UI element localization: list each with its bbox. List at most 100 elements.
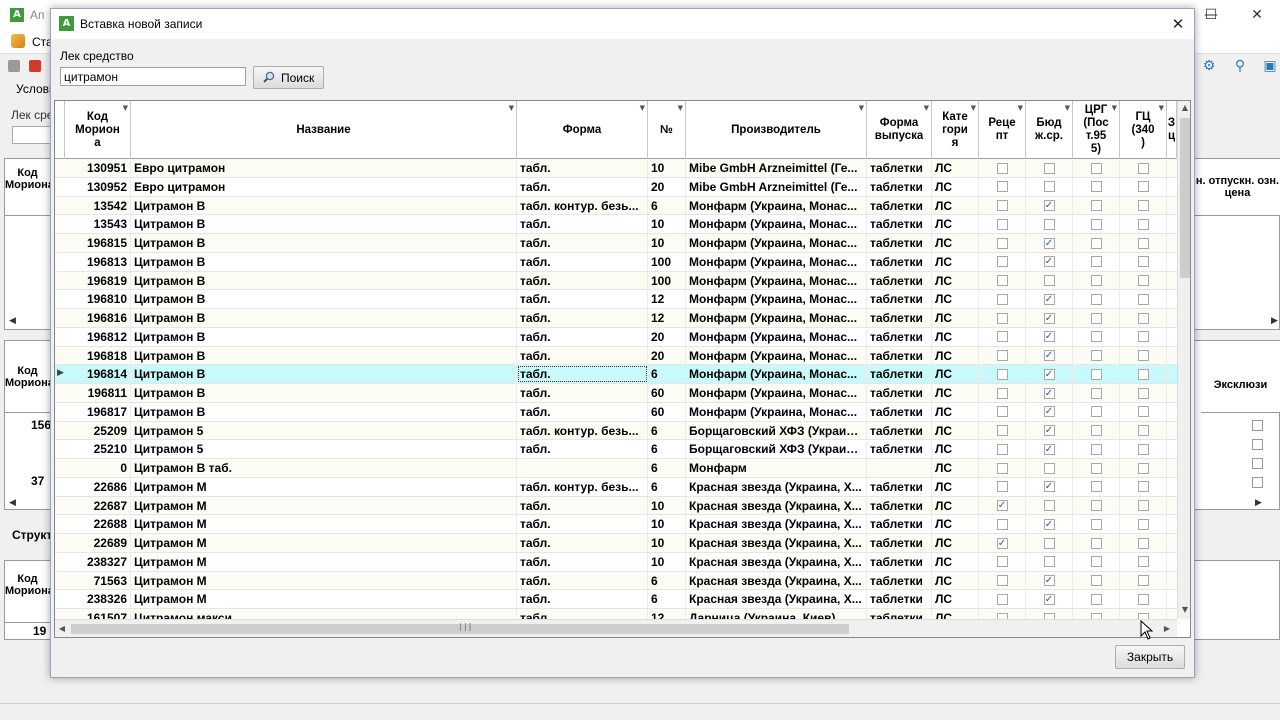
cell-cat[interactable]: ЛС	[932, 477, 979, 496]
cell-num[interactable]: 20	[648, 346, 686, 365]
crg-checkbox[interactable]	[1090, 387, 1102, 399]
gc-checkbox[interactable]	[1137, 481, 1149, 493]
crg-checkbox[interactable]	[1090, 537, 1102, 549]
cell-release[interactable]: таблетки	[867, 177, 932, 196]
cell-name[interactable]: Евро цитрамон	[131, 159, 517, 177]
toolbar-pin-icon[interactable]: ⚲	[1230, 57, 1250, 75]
cell-name[interactable]: Цитрамон В	[131, 215, 517, 234]
cell-num[interactable]: 20	[648, 327, 686, 346]
cell-cat[interactable]: ЛС	[932, 609, 979, 619]
cell-form[interactable]: табл.	[517, 215, 648, 234]
cell-cat[interactable]: ЛС	[932, 534, 979, 552]
budget-checkbox[interactable]: ✓	[1043, 575, 1055, 586]
filter-icon[interactable]: ▼	[859, 102, 864, 115]
cell-cat[interactable]: ЛС	[932, 459, 979, 477]
cell-form[interactable]: табл.	[517, 571, 648, 590]
cell-num[interactable]: 10	[648, 534, 686, 552]
cell-maker[interactable]: Дарница (Украина, Киев)	[686, 609, 867, 619]
bg-grid-middle-kod-header[interactable]: Код Мориона	[5, 341, 54, 413]
table-row[interactable]: ▶ 196814 Цитрамон Втабл. 6 Монфарм (Украина,…	[55, 365, 1177, 384]
gc-checkbox[interactable]	[1137, 293, 1149, 305]
crg-checkbox[interactable]	[1090, 443, 1102, 455]
cell-form[interactable]: табл. контур. безь...	[517, 421, 648, 440]
filter-icon[interactable]: ▼	[123, 102, 128, 115]
bg-checkbox[interactable]	[1252, 458, 1263, 469]
gc-checkbox[interactable]	[1137, 593, 1149, 605]
cell-form[interactable]: табл.	[517, 402, 648, 421]
table-row[interactable]: 196813 Цитрамон Втабл. 100 Монфарм (Украина…	[55, 252, 1177, 272]
cell-kod[interactable]: 196817	[65, 402, 131, 421]
rx-checkbox[interactable]: ✓	[996, 537, 1008, 549]
cell-name[interactable]: Цитрамон В	[131, 327, 517, 346]
gc-checkbox[interactable]	[1137, 368, 1149, 380]
gc-checkbox[interactable]	[1137, 331, 1149, 343]
scroll-right-icon[interactable]: ▶	[1271, 316, 1278, 326]
bg-checkbox[interactable]	[1252, 420, 1263, 431]
gc-checkbox[interactable]	[1137, 443, 1149, 455]
cell-num[interactable]: 10	[648, 496, 686, 515]
cell-cat[interactable]: ЛС	[932, 346, 979, 365]
filter-icon[interactable]: ▼	[509, 102, 514, 115]
cell-release[interactable]: таблетки	[867, 309, 932, 327]
budget-checkbox[interactable]: ✓	[1043, 331, 1055, 343]
crg-checkbox[interactable]	[1090, 518, 1102, 530]
filter-icon[interactable]: ▼	[1159, 102, 1164, 115]
cell-kod[interactable]: 196811	[65, 384, 131, 402]
cell-kod[interactable]: 130952	[65, 177, 131, 196]
close-button[interactable]: Закрыть	[1115, 645, 1185, 669]
gc-checkbox[interactable]	[1137, 387, 1149, 399]
cell-release[interactable]: таблетки	[867, 365, 932, 384]
cell-num[interactable]: 6	[648, 571, 686, 590]
cell-release[interactable]: таблетки	[867, 252, 932, 271]
rx-checkbox[interactable]	[996, 256, 1008, 268]
gc-checkbox[interactable]	[1137, 575, 1149, 586]
cell-num[interactable]: 6	[648, 365, 686, 384]
rx-checkbox[interactable]	[996, 162, 1008, 174]
cell-release[interactable]: таблетки	[867, 477, 932, 496]
table-row[interactable]: 130951 Евро цитрамон табл. 10 Mibe GmbH Arzn…	[55, 159, 1177, 178]
cell-release[interactable]: таблетки	[867, 159, 932, 177]
cell-maker[interactable]: Красная звезда (Украина, Х...	[686, 515, 867, 534]
bg-grid-top-price-header[interactable]: н. отпускн. озн. цена	[1195, 159, 1280, 216]
table-row[interactable]: 22688 Цитрамон Мтабл. 10 Красная звезда (Ук…	[55, 515, 1177, 534]
filter-icon[interactable]: ▼	[1018, 102, 1023, 115]
cell-name[interactable]: Цитрамон В	[131, 196, 517, 215]
table-row[interactable]: 25209 Цитрамон 5 табл. контур. безь... 6 Бор…	[55, 421, 1177, 441]
table-row[interactable]: 238327 Цитрамон Мтабл. 10 Красная звезда (У…	[55, 552, 1177, 572]
cell-release[interactable]: таблетки	[867, 609, 932, 619]
table-row[interactable]: 196819 Цитрамон Втабл. 100 Монфарм (Украина…	[55, 271, 1177, 291]
gc-checkbox[interactable]	[1137, 181, 1149, 193]
rx-checkbox[interactable]	[996, 200, 1008, 211]
cell-maker[interactable]: Монфарм (Украина, Монас...	[686, 196, 867, 215]
crg-checkbox[interactable]	[1090, 162, 1102, 174]
cell-cat[interactable]: ЛС	[932, 515, 979, 534]
rx-checkbox[interactable]	[996, 556, 1008, 568]
cell-kod[interactable]: 238327	[65, 552, 131, 571]
cell-name[interactable]: Цитрамон В	[131, 402, 517, 421]
cell-num[interactable]: 12	[648, 609, 686, 619]
budget-checkbox[interactable]: ✓	[1043, 481, 1055, 493]
column-header-budget[interactable]: Бюд ж.ср. ▼	[1026, 101, 1073, 159]
table-row[interactable]: 22687 Цитрамон Мтабл. 10 Красная звезда (Ук…	[55, 496, 1177, 516]
bg-grid-bottom-kod-header[interactable]: Код Мориона	[5, 561, 54, 623]
table-row[interactable]: 196817 Цитрамон Втабл. 60 Монфарм (Украина,…	[55, 402, 1177, 422]
cell-form[interactable]: табл.	[517, 159, 648, 177]
cell-num[interactable]: 100	[648, 252, 686, 271]
filter-icon[interactable]: ▼	[1065, 102, 1070, 115]
rx-checkbox[interactable]	[996, 312, 1008, 324]
gc-checkbox[interactable]	[1137, 256, 1149, 268]
crg-checkbox[interactable]	[1090, 500, 1102, 511]
budget-checkbox[interactable]: ✓	[1043, 518, 1055, 530]
cell-cat[interactable]: ЛС	[932, 271, 979, 290]
column-header-kod[interactable]: Код Морион а ▼	[65, 101, 131, 159]
cell-name[interactable]: Цитрамон В	[131, 234, 517, 252]
budget-checkbox[interactable]: ✓	[1043, 368, 1055, 380]
budget-checkbox[interactable]: ✓	[1043, 293, 1055, 305]
cell-num[interactable]: 10	[648, 159, 686, 177]
column-header-cat[interactable]: Кате гори я ▼	[932, 101, 979, 159]
cell-kod[interactable]: 196812	[65, 327, 131, 346]
column-header-form[interactable]: Форма ▼	[517, 101, 648, 159]
gc-checkbox[interactable]	[1137, 350, 1149, 361]
cell-form[interactable]: табл.	[517, 309, 648, 327]
filter-icon[interactable]: ▼	[678, 102, 683, 115]
